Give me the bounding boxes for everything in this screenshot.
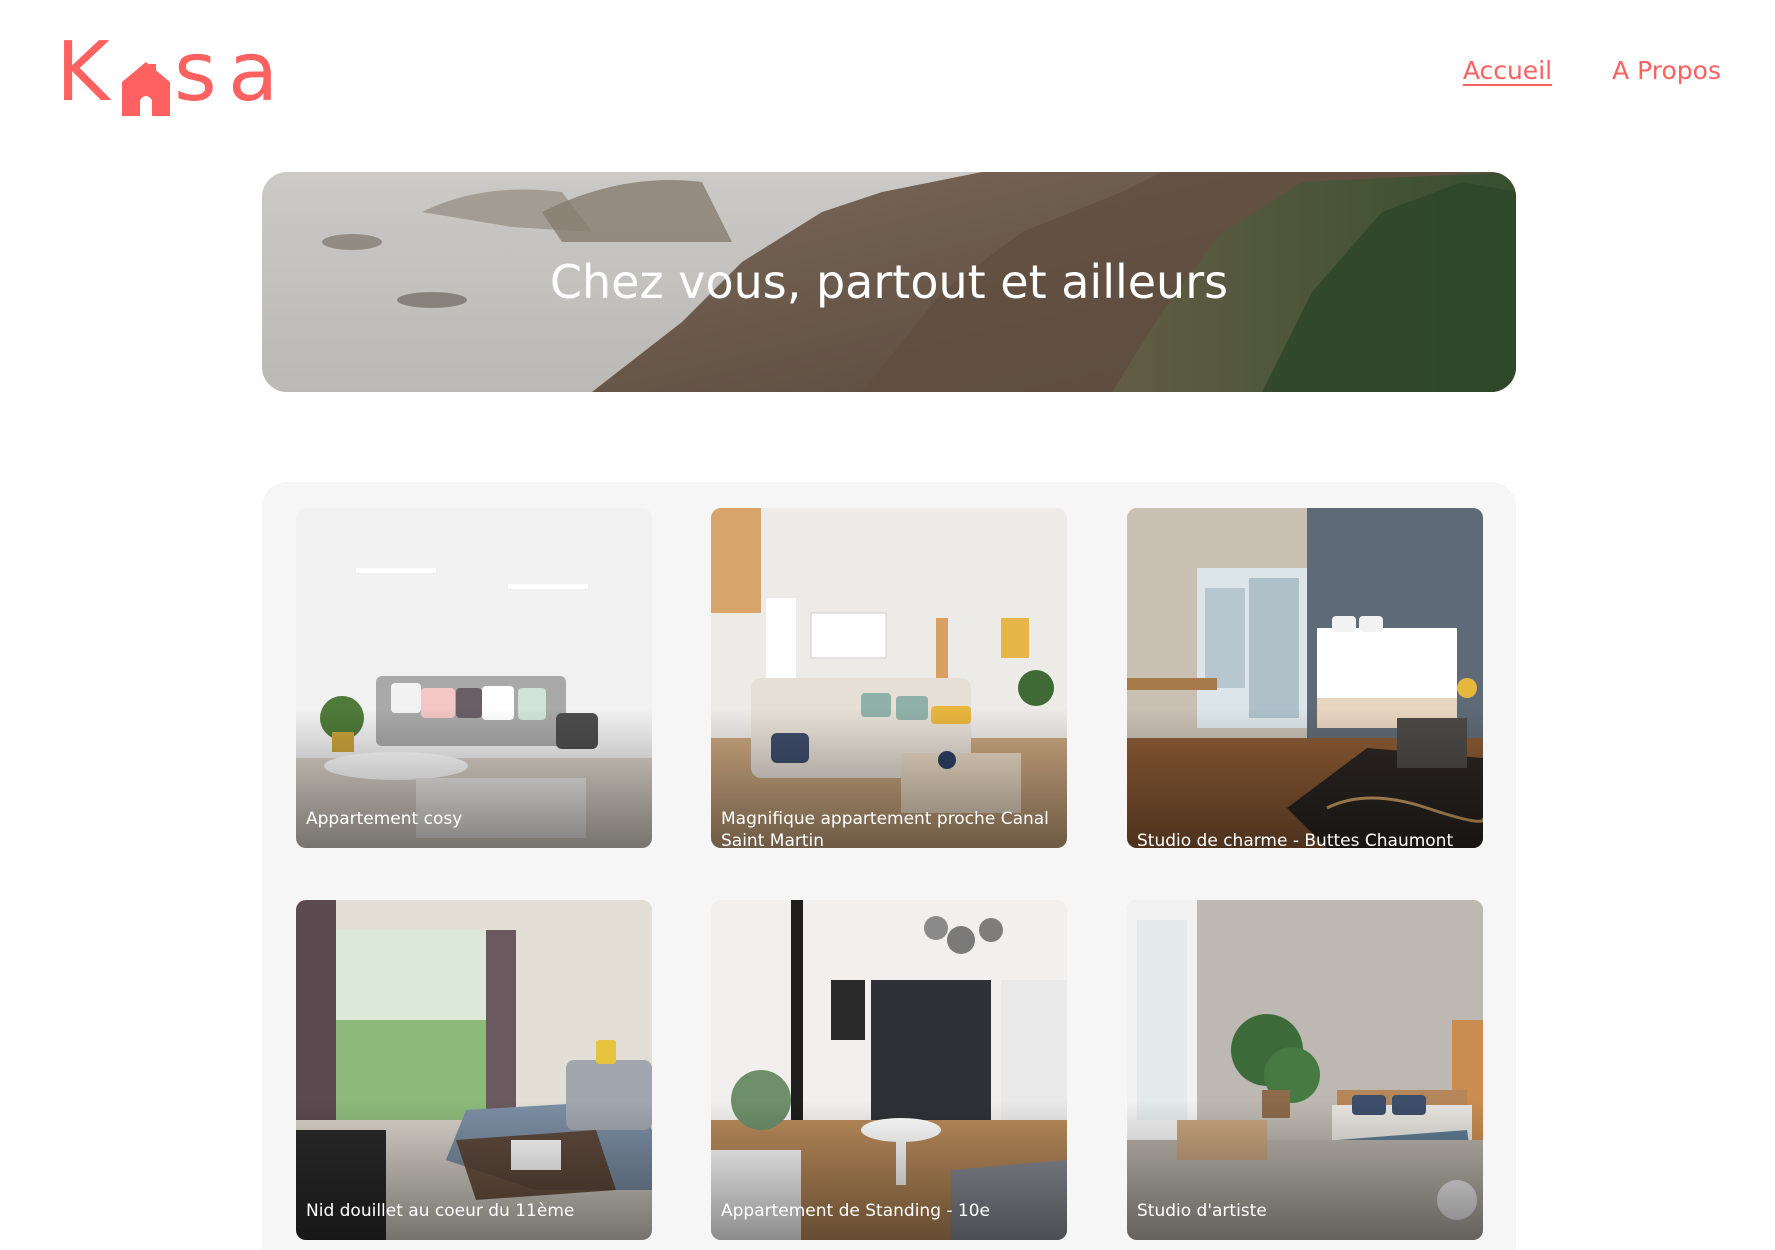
house-icon (122, 62, 170, 116)
listing-title: Magnifique appartement proche Canal Sain… (721, 809, 1049, 848)
logo-letter-a: a (228, 25, 279, 120)
listing-title: Appartement de Standing - 10e (721, 1201, 991, 1221)
hero-banner: Chez vous, partout et ailleurs (262, 172, 1516, 392)
listing-title: Studio d'artiste (1137, 1201, 1267, 1221)
listing-title: Appartement cosy (306, 809, 463, 829)
listing-title: Studio de charme - Buttes Chaumont (1137, 831, 1454, 848)
kasa-logo[interactable]: K s a (56, 32, 296, 116)
listing-title: Nid douillet au coeur du 11ème (306, 1201, 575, 1221)
listings-gallery: Appartement cosy Magnifique appartement … (262, 482, 1516, 1250)
listing-card[interactable]: Appartement de Standing - 10e (711, 900, 1067, 1240)
logo-letter-k: K (56, 25, 110, 120)
listing-card[interactable]: Nid douillet au coeur du 11ème (296, 900, 652, 1240)
listing-card[interactable]: Magnifique appartement proche Canal Sain… (711, 508, 1067, 848)
listing-card[interactable]: Studio d'artiste (1127, 900, 1483, 1240)
banner-title: Chez vous, partout et ailleurs (549, 255, 1229, 309)
listing-card[interactable]: Appartement cosy (296, 508, 652, 848)
nav-link-accueil[interactable]: Accueil (1463, 56, 1552, 85)
nav-link-a-propos[interactable]: A Propos (1612, 56, 1721, 85)
card-shade (1127, 708, 1483, 848)
main-nav: Accueil A Propos (1463, 56, 1721, 85)
listing-card[interactable]: Studio de charme - Buttes Chaumont (1127, 508, 1483, 848)
logo-letter-s: s (174, 25, 217, 120)
